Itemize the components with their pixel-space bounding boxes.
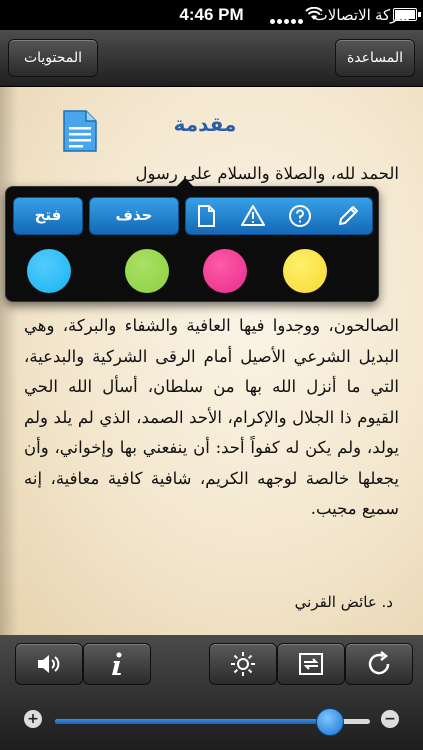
slider-fill: [55, 719, 330, 724]
color-swatch-yellow[interactable]: [283, 249, 327, 293]
open-button[interactable]: فتح: [13, 197, 83, 235]
page-shadow: [0, 87, 18, 635]
color-swatch-blue[interactable]: [27, 249, 71, 293]
page-swap-button[interactable]: [277, 643, 345, 685]
audio-button[interactable]: [15, 643, 83, 685]
info-icon: [112, 652, 122, 675]
navigation-bar: المحتويات المساعدة: [0, 30, 423, 87]
slider-thumb[interactable]: [316, 708, 345, 736]
decrease-icon[interactable]: −: [381, 710, 399, 728]
author-signature: د. عائض القرني: [294, 593, 393, 611]
battery-icon: [393, 8, 421, 21]
popup-arrow: [176, 178, 194, 187]
font-size-slider[interactable]: + −: [0, 703, 423, 737]
page-swap-icon: [299, 653, 323, 675]
increase-icon[interactable]: +: [24, 710, 42, 728]
help-icon[interactable]: [288, 204, 312, 228]
warning-icon[interactable]: [241, 204, 265, 228]
page-text: الصالحون، ووجدوا فيها العافية والشفاء وا…: [24, 316, 399, 518]
book-page[interactable]: مقدمة الحمد لله، والصلاة والسلام على رسو…: [0, 87, 423, 635]
refresh-icon: [368, 651, 390, 675]
edit-pencil-icon[interactable]: [336, 204, 360, 228]
info-button[interactable]: [83, 643, 151, 685]
help-button[interactable]: المساعدة: [335, 39, 415, 77]
brightness-icon: [231, 652, 255, 676]
note-type-segment: [185, 197, 373, 235]
page-title: مقدمة: [173, 112, 237, 136]
note-document-icon[interactable]: [62, 109, 98, 153]
clock: 4:46 PM: [179, 5, 244, 24]
bottom-toolbar: + −: [0, 635, 423, 750]
rotate-button[interactable]: [345, 643, 413, 685]
speaker-icon: [38, 655, 60, 673]
note-page-icon[interactable]: [194, 204, 218, 228]
brightness-button[interactable]: [209, 643, 277, 685]
page-text-first-line: الحمد لله، والصلاة والسلام على رسول: [135, 164, 399, 183]
color-swatch-pink[interactable]: [203, 249, 247, 293]
color-swatch-green[interactable]: [125, 249, 169, 293]
status-bar: شركة الاتصالات 4:46 PM: [0, 0, 423, 30]
contents-button[interactable]: المحتويات: [8, 39, 98, 77]
delete-button[interactable]: حذف: [89, 197, 179, 235]
note-popup: فتح حذف: [5, 178, 379, 302]
